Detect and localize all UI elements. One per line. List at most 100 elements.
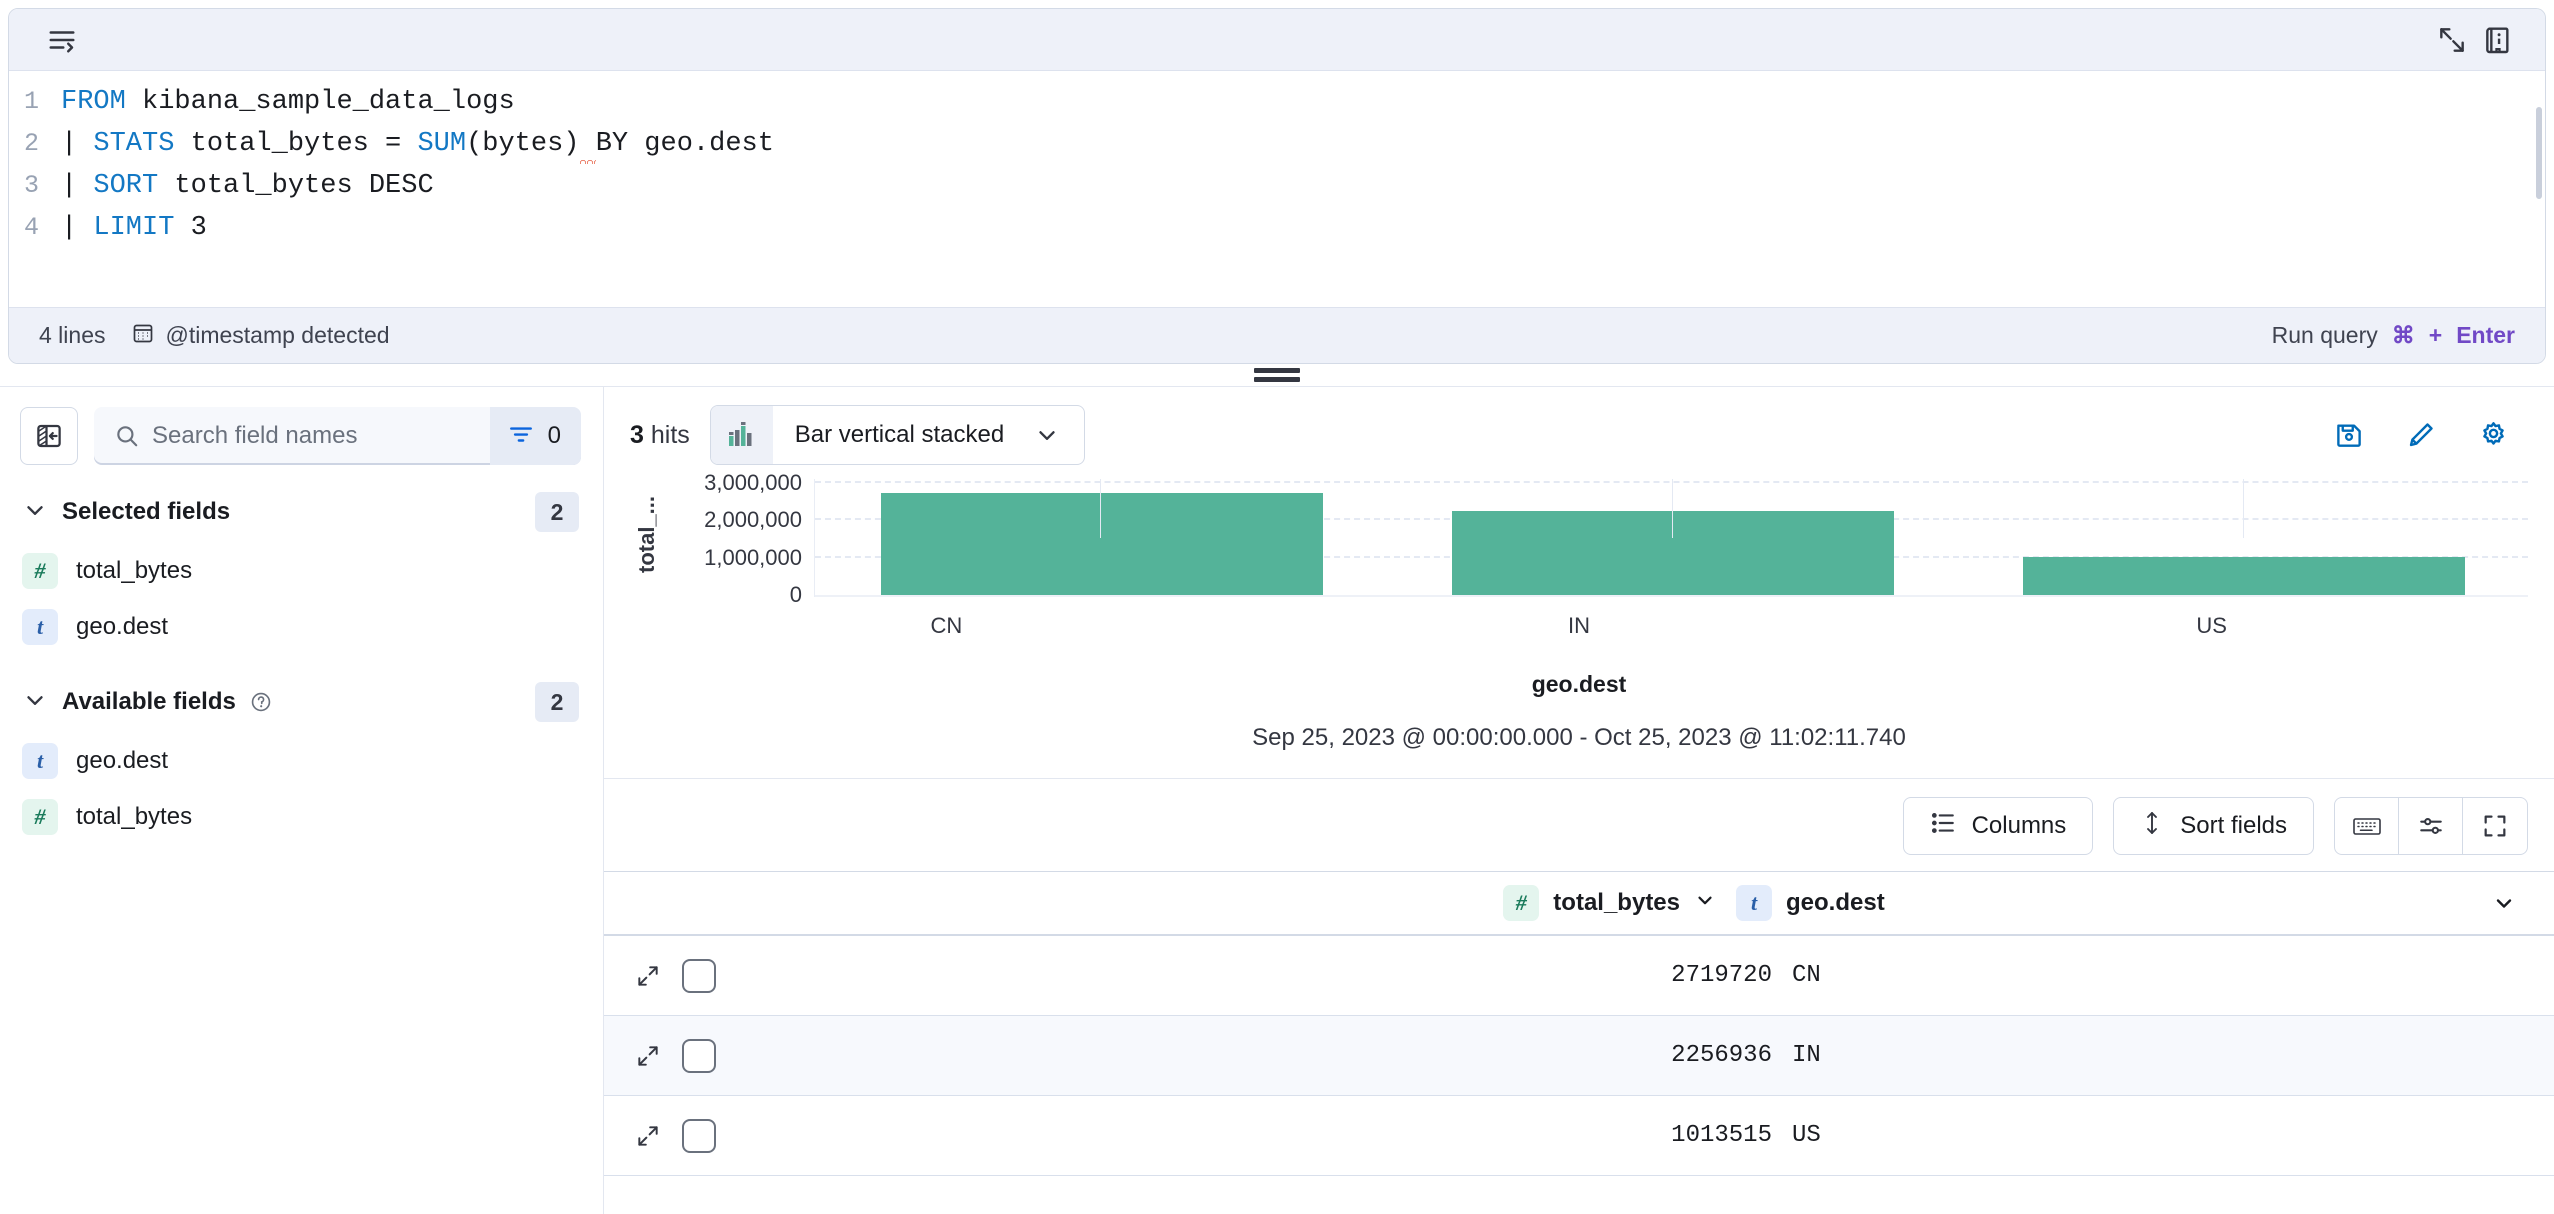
field-group-title: Available fields (62, 688, 236, 716)
chart-bar[interactable] (1452, 511, 1895, 595)
edit-visualization-icon[interactable] (2398, 412, 2444, 458)
calendar-icon (131, 321, 155, 351)
table-row[interactable]: 2256936IN (604, 1016, 2554, 1096)
help-icon[interactable] (250, 691, 272, 713)
shortcut-plus: + (2429, 322, 2442, 349)
line-number: 1 (9, 87, 61, 116)
y-tick-label: 3,000,000 (704, 470, 802, 496)
timestamp-label: @timestamp detected (165, 322, 389, 349)
run-query-button[interactable]: Run query ⌘ + Enter (2272, 322, 2515, 349)
results-panel: 3 hits Bar vertical stac (604, 387, 2554, 1214)
table-row[interactable]: 1013515US (604, 1096, 2554, 1176)
field-list-item[interactable]: #total_bytes (0, 789, 603, 845)
column-header-total-bytes[interactable]: # total_bytes (742, 885, 1736, 921)
chart-bar[interactable] (2023, 557, 2466, 595)
chevron-down-icon (22, 497, 48, 528)
number-type-icon: # (1503, 885, 1539, 921)
field-group-header[interactable]: Selected fields2 (0, 481, 603, 543)
esql-editor-toolbar (9, 9, 2545, 71)
search-input[interactable] (152, 407, 490, 465)
histogram-chart: total_... 01,000,0002,000,0003,000,000 C… (604, 479, 2554, 778)
code-line: 4| LIMIT 3 (9, 213, 2545, 255)
row-checkbox[interactable] (682, 1039, 716, 1073)
expand-row-icon[interactable] (632, 1120, 664, 1152)
field-groups: Selected fields2#total_bytestgeo.destAva… (0, 481, 603, 845)
hits-number: 3 (630, 421, 644, 449)
wrap-lines-icon[interactable] (39, 17, 85, 63)
field-name: geo.dest (76, 747, 168, 775)
expand-row-icon[interactable] (632, 960, 664, 992)
viz-type-select[interactable]: Bar vertical stacked (710, 405, 1085, 465)
table-row[interactable]: 2719720CN (604, 936, 2554, 1016)
list-icon (1930, 811, 1956, 842)
code-text: | STATS total_bytes = SUM(bytes) BY geo.… (61, 129, 774, 159)
x-tick-label: CN (930, 613, 962, 639)
esql-code-area[interactable]: 1FROM kibana_sample_data_logs2| STATS to… (9, 71, 2545, 307)
field-filter-button[interactable]: 0 (490, 407, 581, 465)
syntax-warning-underline (580, 129, 596, 159)
number-type-icon: # (22, 553, 58, 589)
cell-geo-dest: IN (1792, 1042, 2532, 1069)
timestamp-detected: @timestamp detected (131, 321, 389, 351)
fields-sidebar: 0 Selected fields2#total_bytestgeo.destA… (0, 387, 604, 1214)
field-group-header[interactable]: Available fields2 (0, 671, 603, 733)
chart-header-bar: 3 hits Bar vertical stac (604, 387, 2554, 479)
field-search-box[interactable]: 0 (94, 407, 581, 465)
column-header-geo-dest[interactable]: t geo.dest (1736, 885, 2476, 921)
collapse-editor-icon[interactable] (2429, 17, 2475, 63)
table-header-row: # total_bytes t geo.dest (604, 872, 2554, 936)
row-controls (632, 959, 742, 993)
y-axis-title: total_... (630, 479, 664, 597)
chevron-down-icon (1034, 422, 1084, 448)
line-number: 4 (9, 213, 61, 242)
x-tick-mark (1100, 479, 1101, 538)
chart-plot-row: total_... 01,000,0002,000,0003,000,000 (630, 479, 2528, 597)
x-axis-title: geo.dest (630, 671, 2528, 698)
y-tick-label: 2,000,000 (704, 507, 802, 533)
viz-type-label: Bar vertical stacked (773, 421, 1034, 449)
row-controls (632, 1119, 742, 1153)
columns-label: Columns (1972, 812, 2067, 840)
x-tick-label: US (2196, 613, 2227, 639)
collapse-sidebar-icon[interactable] (20, 407, 78, 465)
expand-row-icon[interactable] (632, 1040, 664, 1072)
code-text: FROM kibana_sample_data_logs (61, 87, 515, 117)
y-tick-label: 0 (790, 582, 802, 608)
code-text: | SORT total_bytes DESC (61, 171, 434, 201)
x-tick-mark (2243, 479, 2244, 538)
run-query-label: Run query (2272, 322, 2378, 349)
row-controls (632, 1039, 742, 1073)
field-list-item[interactable]: t geo.dest (0, 599, 603, 655)
fullscreen-icon[interactable] (2463, 798, 2527, 854)
sort-arrows-icon (2140, 810, 2164, 843)
cell-total-bytes: 2719720 (742, 962, 1792, 989)
chevron-down-icon (22, 687, 48, 718)
filter-icon (508, 423, 534, 450)
row-checkbox[interactable] (682, 1119, 716, 1153)
data-grid-toolbar: Columns Sort fields (604, 778, 2554, 871)
chart-bar[interactable] (881, 493, 1324, 595)
main-split: 0 Selected fields2#total_bytestgeo.destA… (0, 386, 2554, 1214)
field-name: geo.dest (76, 613, 168, 641)
code-line: 3| SORT total_bytes DESC (9, 171, 2545, 213)
columns-button[interactable]: Columns (1903, 797, 2094, 855)
editor-scrollbar[interactable] (2536, 107, 2542, 199)
documentation-book-icon[interactable] (2475, 17, 2521, 63)
keyboard-shortcuts-icon[interactable] (2335, 798, 2399, 854)
cell-total-bytes: 1013515 (742, 1122, 1792, 1149)
save-visualization-icon[interactable] (2326, 412, 2372, 458)
chart-options-gear-icon[interactable] (2470, 412, 2516, 458)
column-menu-chevron-icon[interactable] (1694, 889, 1716, 918)
code-text: | LIMIT 3 (61, 213, 207, 243)
field-list-item[interactable]: #total_bytes (0, 543, 603, 599)
resize-grip-icon (1254, 368, 1300, 382)
field-list-item[interactable]: tgeo.dest (0, 733, 603, 789)
row-checkbox[interactable] (682, 959, 716, 993)
display-options-icon[interactable] (2399, 798, 2463, 854)
string-type-icon: t (22, 609, 58, 645)
panel-resize-handle[interactable] (0, 364, 2554, 386)
table-collapse-chevron-icon[interactable] (2476, 891, 2532, 915)
grid-icon-group (2334, 797, 2528, 855)
sort-fields-button[interactable]: Sort fields (2113, 797, 2314, 855)
line-number: 3 (9, 171, 61, 200)
